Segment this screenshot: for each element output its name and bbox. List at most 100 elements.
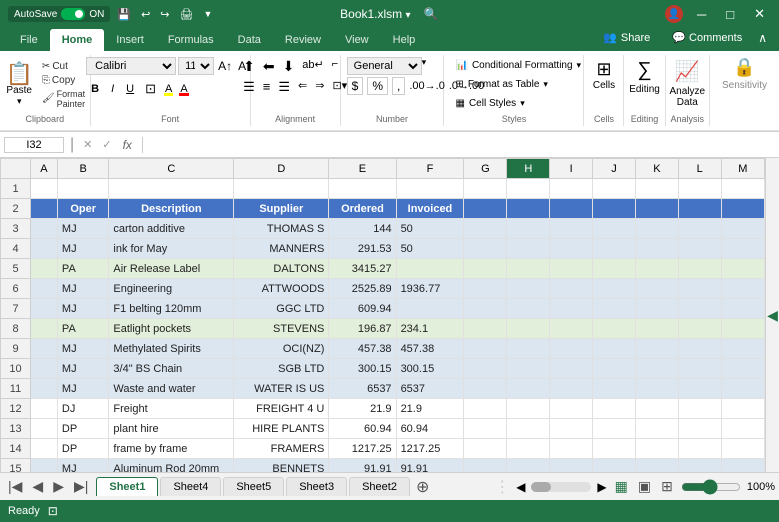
table-cell[interactable] — [507, 199, 550, 219]
table-cell[interactable] — [550, 439, 593, 459]
table-cell[interactable]: HIRE PLANTS — [234, 419, 329, 439]
table-cell[interactable] — [550, 459, 593, 473]
table-cell[interactable] — [721, 199, 764, 219]
col-header-g[interactable]: G — [464, 159, 507, 179]
table-cell[interactable] — [593, 359, 636, 379]
table-cell[interactable] — [31, 279, 58, 299]
copy-button[interactable]: ⎘Copy — [39, 74, 88, 87]
table-cell[interactable] — [550, 179, 593, 199]
table-cell[interactable] — [507, 179, 550, 199]
right-collapse-icon[interactable]: ◀ — [767, 307, 778, 324]
table-cell[interactable] — [464, 219, 507, 239]
table-cell[interactable]: MJ — [57, 299, 108, 319]
table-cell[interactable]: 21.9 — [396, 399, 464, 419]
table-cell[interactable]: 1936.77 — [396, 279, 464, 299]
align-left-icon[interactable]: ☰ — [240, 78, 258, 96]
next-sheet-button[interactable]: ▶ — [49, 476, 68, 497]
col-header-e[interactable]: E — [329, 159, 396, 179]
table-cell[interactable]: Supplier — [234, 199, 329, 219]
col-header-j[interactable]: J — [593, 159, 636, 179]
table-cell[interactable] — [464, 379, 507, 399]
align-center-icon[interactable]: ≡ — [260, 78, 274, 96]
table-cell[interactable] — [678, 199, 721, 219]
formula-input[interactable] — [149, 138, 775, 152]
table-cell[interactable] — [721, 359, 764, 379]
table-cell[interactable]: SGB LTD — [234, 359, 329, 379]
row-number[interactable]: 6 — [1, 279, 31, 299]
col-header-b[interactable]: B — [57, 159, 108, 179]
editing-button[interactable]: ∑ Editing — [623, 57, 666, 97]
row-number[interactable]: 12 — [1, 399, 31, 419]
underline-button[interactable]: U — [121, 81, 139, 97]
table-cell[interactable] — [593, 179, 636, 199]
sheet-tab[interactable]: Sheet3 — [286, 477, 347, 496]
table-cell[interactable]: 457.38 — [329, 339, 396, 359]
table-cell[interactable] — [396, 299, 464, 319]
col-header-c[interactable]: C — [109, 159, 234, 179]
table-cell[interactable] — [507, 439, 550, 459]
table-cell[interactable] — [464, 359, 507, 379]
row-number[interactable]: 13 — [1, 419, 31, 439]
table-cell[interactable] — [507, 219, 550, 239]
table-cell[interactable] — [57, 179, 108, 199]
fill-color-button[interactable]: A — [162, 82, 175, 96]
col-header-l[interactable]: L — [678, 159, 721, 179]
table-cell[interactable] — [721, 399, 764, 419]
cells-button[interactable]: ⊞ Cells — [587, 57, 621, 93]
table-cell[interactable] — [721, 339, 764, 359]
table-cell[interactable] — [550, 279, 593, 299]
table-cell[interactable] — [635, 179, 678, 199]
cell-reference-input[interactable] — [4, 137, 64, 153]
table-cell[interactable] — [507, 419, 550, 439]
table-cell[interactable] — [464, 179, 507, 199]
table-cell[interactable] — [678, 459, 721, 473]
table-cell[interactable] — [678, 279, 721, 299]
table-cell[interactable] — [329, 179, 396, 199]
table-cell[interactable]: BENNETS — [234, 459, 329, 473]
table-cell[interactable]: Aluminum Rod 20mm — [109, 459, 234, 473]
increase-indent-icon[interactable]: ⇒ — [312, 78, 327, 96]
table-cell[interactable]: Oper — [57, 199, 108, 219]
table-cell[interactable] — [593, 299, 636, 319]
comments-button[interactable]: 💬 Comments — [664, 28, 750, 47]
table-cell[interactable] — [31, 379, 58, 399]
bold-button[interactable]: B — [86, 81, 104, 97]
table-cell[interactable]: DP — [57, 439, 108, 459]
table-cell[interactable]: DJ — [57, 399, 108, 419]
table-cell[interactable] — [31, 439, 58, 459]
border-button[interactable]: ⊡ — [141, 79, 160, 99]
table-cell[interactable]: plant hire — [109, 419, 234, 439]
table-cell[interactable] — [635, 259, 678, 279]
row-number[interactable]: 5 — [1, 259, 31, 279]
table-cell[interactable] — [507, 299, 550, 319]
table-cell[interactable] — [550, 259, 593, 279]
col-header-i[interactable]: I — [550, 159, 593, 179]
table-cell[interactable] — [396, 259, 464, 279]
zoom-slider[interactable] — [681, 479, 741, 495]
table-cell[interactable]: 1217.25 — [396, 439, 464, 459]
table-cell[interactable]: 60.94 — [396, 419, 464, 439]
table-cell[interactable] — [721, 259, 764, 279]
table-cell[interactable]: ink for May — [109, 239, 234, 259]
align-bottom-icon[interactable]: ⬇ — [280, 57, 298, 76]
table-cell[interactable] — [635, 339, 678, 359]
table-cell[interactable] — [678, 259, 721, 279]
table-cell[interactable] — [635, 319, 678, 339]
table-cell[interactable] — [593, 419, 636, 439]
row-number[interactable]: 14 — [1, 439, 31, 459]
table-cell[interactable]: 457.38 — [396, 339, 464, 359]
row-number[interactable]: 10 — [1, 359, 31, 379]
table-cell[interactable]: 1217.25 — [329, 439, 396, 459]
table-cell[interactable] — [464, 419, 507, 439]
tab-home[interactable]: Home — [50, 29, 105, 51]
table-cell[interactable]: Ordered — [329, 199, 396, 219]
table-cell[interactable] — [678, 339, 721, 359]
decrease-indent-icon[interactable]: ⇐ — [295, 78, 310, 96]
table-cell[interactable] — [593, 279, 636, 299]
paste-chevron-icon[interactable]: ▾ — [17, 96, 22, 107]
table-cell[interactable] — [721, 239, 764, 259]
sheet-tab[interactable]: Sheet1 — [96, 477, 158, 496]
table-cell[interactable]: MJ — [57, 279, 108, 299]
table-cell[interactable] — [234, 179, 329, 199]
table-cell[interactable] — [396, 179, 464, 199]
